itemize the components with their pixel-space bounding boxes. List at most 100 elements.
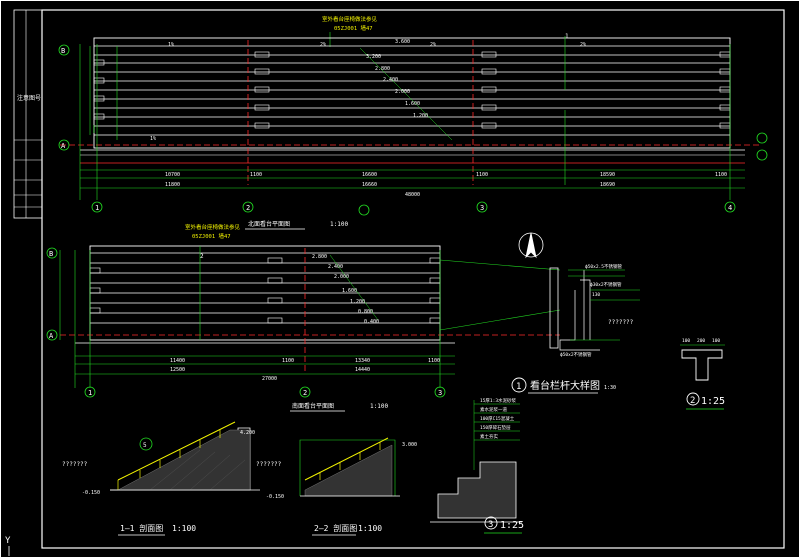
top-plan-note-title: 室外看台座椅做法参见 <box>322 15 378 23</box>
detail-3-note: 100厚C15混凝土 <box>480 415 515 422</box>
elev-label: 2.800 <box>375 66 390 72</box>
detail-2-dim: 100 <box>682 338 690 344</box>
elev-label: 2.800 <box>312 254 327 260</box>
dim-label: 1100 <box>282 358 294 364</box>
detail-3-note: 15厚1:3水泥砂浆 <box>480 397 517 404</box>
detail-1-unknown: ??????? <box>608 319 634 326</box>
inner-frame <box>41 9 785 549</box>
section-1-mark-text: 5 <box>143 442 147 449</box>
section-2-unknown: ??????? <box>256 461 282 468</box>
bottom-plan-title: 南面看台平面图 <box>292 402 334 410</box>
detail-step: 15厚1:3水泥砂浆 素水泥浆一道 100厚C15混凝土 150厚碎石垫层 素土… <box>430 397 524 534</box>
elev-label: 3.200 <box>366 54 381 60</box>
section-1-scale: 1:100 <box>172 524 196 533</box>
top-plan: 室外看台座椅做法参见 05ZJ001 墙47 3.600 3.200 2.800… <box>58 15 768 216</box>
dim-label: 1100 <box>476 172 488 178</box>
axis-number: 3 <box>480 204 484 212</box>
section-1-unknown: ??????? <box>62 461 88 468</box>
detail-3-scale: 1:25 <box>500 520 524 531</box>
axis-label-b: B <box>49 250 53 258</box>
slope-mark: 1% <box>150 136 156 142</box>
axis-number: 2 <box>303 389 307 397</box>
axis-number: 1 <box>95 204 99 212</box>
slope-mark: 2% <box>580 42 586 48</box>
bottom-plan-note-title: 室外看台座椅做法参见 <box>185 223 241 231</box>
dim-label: 10700 <box>165 172 180 178</box>
top-plan-rows <box>94 45 730 136</box>
dim-label: 1100 <box>715 172 727 178</box>
bottom-plan: 北面看台平面图 1:100 室外看台座椅做法参见 05ZJ001 墙47 2.8… <box>46 220 561 412</box>
bottom-plan-top-scale: 1:100 <box>330 221 348 228</box>
slope-mark: 2% <box>320 42 326 48</box>
titleblock-label-b: 图号 <box>29 95 41 102</box>
center-mark: 1 <box>565 33 569 40</box>
dim-label: 11400 <box>170 358 185 364</box>
dim-label: 1100 <box>428 358 440 364</box>
detail-3-number: 3 <box>488 520 493 530</box>
detail-3-note: 素水泥浆一道 <box>480 406 507 413</box>
axis-label-b: B <box>61 47 65 55</box>
bottom-plan-note-ref: 05ZJ001 墙47 <box>192 232 231 240</box>
section-2-2: 3.000 -0.150 ??????? 2—2 剖面图 1:100 <box>256 437 417 536</box>
section-1-top-elev: 4.200 <box>240 430 255 436</box>
section-2-base-elev: -0.150 <box>266 494 284 500</box>
elev-label: 2.400 <box>328 264 343 270</box>
titleblock-label-a: 注意 <box>17 94 29 102</box>
section-2-scale: 1:100 <box>358 524 382 533</box>
outer-frame <box>0 0 800 558</box>
elev-label: 1.200 <box>350 299 365 305</box>
dim-label: 16600 <box>362 172 377 178</box>
dim-label: 13340 <box>355 358 370 364</box>
detail-1-scale: 1:30 <box>604 385 616 391</box>
detail-3-note: 素土夯实 <box>480 433 498 440</box>
elev-label: 0.800 <box>358 309 373 315</box>
detail-2-scale: 1:25 <box>701 396 725 407</box>
elev-label: 1.200 <box>413 113 428 119</box>
dim-label: 11800 <box>165 182 180 188</box>
dim-label: 12500 <box>170 367 185 373</box>
slope-mark: 1% <box>168 42 174 48</box>
dim-label: 16660 <box>362 182 377 188</box>
dim-label: 1100 <box>250 172 262 178</box>
bottom-plan-top-title: 北面看台平面图 <box>248 220 290 228</box>
section-1-title: 1—1 剖面图 <box>120 523 163 533</box>
dim-label: 18590 <box>600 172 615 178</box>
center-mark: 2 <box>200 253 204 260</box>
elev-label: 2.400 <box>383 77 398 83</box>
section-2-title: 2—2 剖面图 <box>314 523 357 533</box>
dim-label: 18690 <box>600 182 615 188</box>
detail-2-number: 2 <box>690 396 695 406</box>
detail-railing: ϕ50x2.5不锈钢管 ϕ30x2不锈钢管 ϕ50x2不锈钢管 ??????? … <box>511 263 640 394</box>
detail-seat-section: 100 200 100 2 1:25 <box>680 338 725 410</box>
detail-1-title: 看台栏杆大样图 <box>530 379 600 392</box>
ucs-icon: Y <box>5 536 11 556</box>
detail-1-number: 1 <box>516 382 521 392</box>
axis-number: 4 <box>728 204 732 212</box>
slope-mark: 2% <box>430 42 436 48</box>
detail-1-dim: 130 <box>592 292 600 298</box>
detail-2-dim: 100 <box>712 338 720 344</box>
detail-2-dim: 200 <box>697 338 705 344</box>
section-2-top-elev: 3.000 <box>402 442 417 448</box>
axis-label-a: A <box>61 142 66 150</box>
detail-1-label-mid: ϕ30x2不锈钢管 <box>590 281 622 288</box>
axis-number: 2 <box>246 204 250 212</box>
detail-1-label-bot: ϕ50x2不锈钢管 <box>560 351 592 358</box>
elev-label: 0.400 <box>364 319 379 325</box>
cad-drawing: 注意 图号 室外看台座椅做法参见 05ZJ001 墙47 3.600 3.200… <box>0 0 800 558</box>
detail-3-note: 150厚碎石垫层 <box>480 424 511 431</box>
north-arrow-icon <box>518 232 544 259</box>
elev-label: 1.600 <box>405 101 420 107</box>
section-1-base-elev: -0.150 <box>82 490 100 496</box>
axis-label-a: A <box>49 332 54 340</box>
axis-number: 3 <box>438 389 442 397</box>
axis-number: 1 <box>88 389 92 397</box>
svg-text:Y: Y <box>5 536 11 546</box>
elev-label: 2.000 <box>334 274 349 280</box>
elev-label: 3.600 <box>395 39 410 45</box>
detail-1-label-top: ϕ50x2.5不锈钢管 <box>585 263 622 270</box>
dim-total: 48000 <box>405 192 420 198</box>
elev-label: 1.600 <box>342 288 357 294</box>
section-1-1: 5 4.200 -0.150 ??????? 1—1 剖面图 1:100 <box>62 421 260 536</box>
bottom-plan-scale: 1:100 <box>370 403 388 410</box>
